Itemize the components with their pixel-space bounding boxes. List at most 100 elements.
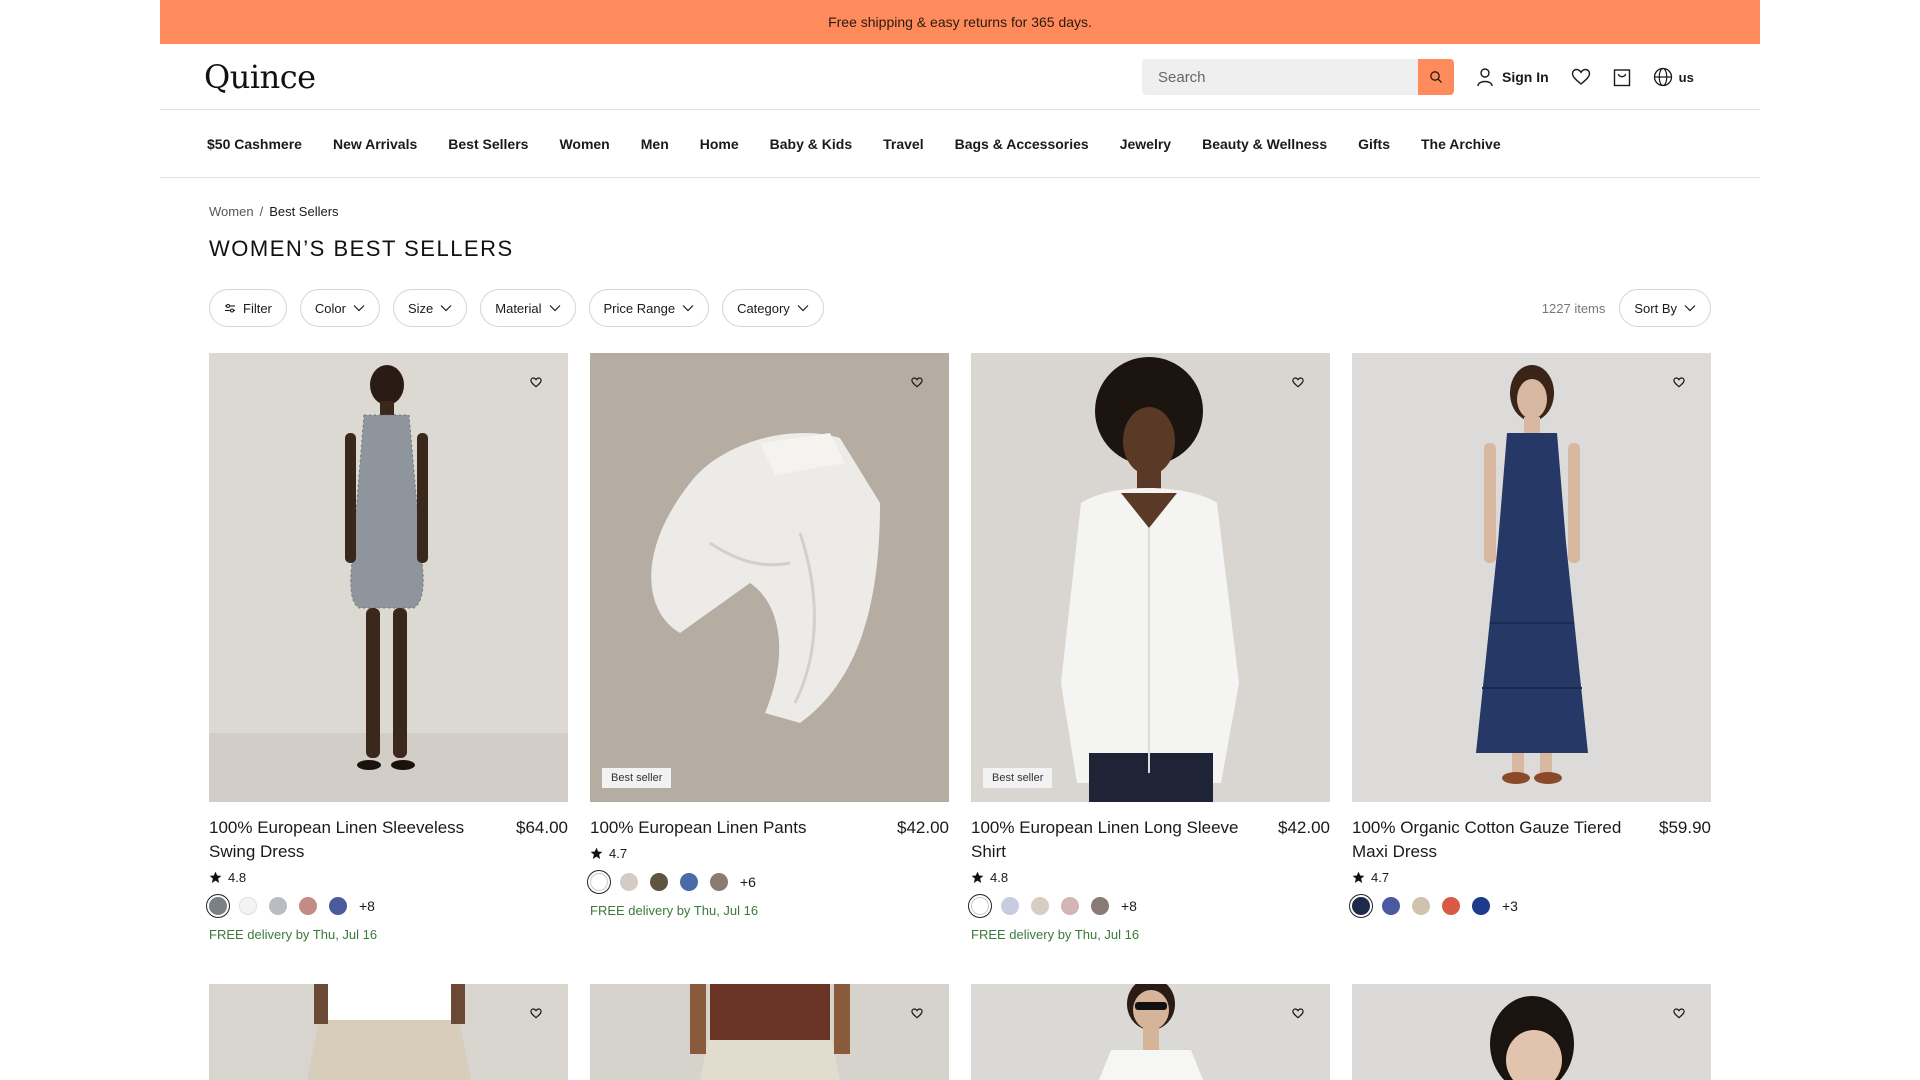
chevron-down-icon xyxy=(549,305,560,312)
wishlist-button[interactable] xyxy=(1571,68,1591,86)
nav-item-gifts[interactable]: Gifts xyxy=(1358,136,1390,152)
product-name[interactable]: 100% European Linen Sleeveless Swing Dre… xyxy=(209,816,479,864)
sort-label: Sort By xyxy=(1634,300,1677,316)
filter-button[interactable]: Filter xyxy=(209,289,287,327)
product-card[interactable]: 100% European Linen Sleeveless Swing Dre… xyxy=(209,353,568,984)
product-name[interactable]: 100% European Linen Long Sleeve Shirt xyxy=(971,816,1241,864)
color-swatch[interactable] xyxy=(590,873,608,891)
favorite-button[interactable] xyxy=(530,1006,542,1024)
nav-item-archive[interactable]: The Archive xyxy=(1421,136,1501,152)
search-icon xyxy=(1430,71,1442,83)
favorite-button[interactable] xyxy=(911,1006,923,1024)
nav-item-men[interactable]: Men xyxy=(641,136,669,152)
product-card[interactable]: Best seller 100% European Linen Pants $4… xyxy=(590,353,949,984)
color-swatch[interactable] xyxy=(1352,897,1370,915)
nav-item-women[interactable]: Women xyxy=(559,136,609,152)
bag-icon xyxy=(1613,68,1630,86)
product-image[interactable]: Best seller xyxy=(971,353,1330,802)
locale-selector[interactable]: us xyxy=(1653,67,1694,87)
cart-button[interactable] xyxy=(1613,68,1631,87)
color-swatch[interactable] xyxy=(710,873,728,891)
heart-icon xyxy=(1292,1008,1304,1019)
more-colors[interactable]: +8 xyxy=(1121,898,1137,914)
nav-item-beauty-wellness[interactable]: Beauty & Wellness xyxy=(1202,136,1327,152)
nav-item-cashmere[interactable]: $50 Cashmere xyxy=(207,136,302,152)
chevron-down-icon xyxy=(1684,305,1696,312)
product-price: $59.90 xyxy=(1659,818,1711,837)
size-filter[interactable]: Size xyxy=(392,289,468,327)
color-swatch[interactable] xyxy=(1001,897,1019,915)
rating-value: 4.8 xyxy=(990,870,1009,885)
favorite-button[interactable] xyxy=(1292,1006,1304,1024)
product-name[interactable]: 100% European Linen Pants xyxy=(590,816,860,840)
product-image[interactable] xyxy=(1352,353,1711,802)
nav-item-baby-kids[interactable]: Baby & Kids xyxy=(770,136,852,152)
color-swatch[interactable] xyxy=(1442,897,1460,915)
product-rating: 4.8 xyxy=(971,870,1330,885)
color-swatch[interactable] xyxy=(1382,897,1400,915)
color-swatch[interactable] xyxy=(1091,897,1109,915)
logo[interactable]: Quince xyxy=(204,58,316,96)
product-image[interactable] xyxy=(590,984,949,1080)
color-swatch[interactable] xyxy=(209,897,227,915)
more-colors[interactable]: +3 xyxy=(1502,898,1518,914)
product-card[interactable]: Best seller 100% European Linen Long Sle… xyxy=(971,353,1330,984)
material-filter[interactable]: Material xyxy=(480,289,576,327)
category-filter[interactable]: Category xyxy=(722,289,824,327)
nav-item-travel[interactable]: Travel xyxy=(883,136,923,152)
favorite-button[interactable] xyxy=(530,375,542,393)
color-swatch[interactable] xyxy=(269,897,287,915)
sign-in-label: Sign In xyxy=(1502,69,1549,85)
product-rating: 4.8 xyxy=(209,870,568,885)
color-swatch[interactable] xyxy=(650,873,668,891)
product-image[interactable] xyxy=(1352,984,1711,1080)
nav-item-bags-accessories[interactable]: Bags & Accessories xyxy=(955,136,1089,152)
color-swatch[interactable] xyxy=(1472,897,1490,915)
color-swatch[interactable] xyxy=(1031,897,1049,915)
page: Free shipping & easy returns for 365 day… xyxy=(160,0,1760,1080)
nav-item-best-sellers[interactable]: Best Sellers xyxy=(448,136,528,152)
product-grid: 100% European Linen Sleeveless Swing Dre… xyxy=(209,353,1711,984)
product-image[interactable] xyxy=(209,984,568,1080)
color-filter[interactable]: Color xyxy=(299,289,380,327)
favorite-button[interactable] xyxy=(1673,1006,1685,1024)
nav-item-jewelry[interactable]: Jewelry xyxy=(1120,136,1171,152)
product-info: 100% European Linen Long Sleeve Shirt $4… xyxy=(971,816,1330,864)
more-colors[interactable]: +6 xyxy=(740,874,756,890)
color-swatch[interactable] xyxy=(971,897,989,915)
color-swatch[interactable] xyxy=(239,897,257,915)
sort-dropdown[interactable]: Sort By xyxy=(1619,289,1711,327)
favorite-button[interactable] xyxy=(911,375,923,393)
breadcrumb-current: Best Sellers xyxy=(269,204,339,219)
promo-banner-text: Free shipping & easy returns for 365 day… xyxy=(828,14,1092,30)
color-swatch[interactable] xyxy=(1412,897,1430,915)
color-swatch[interactable] xyxy=(680,873,698,891)
product-name[interactable]: 100% Organic Cotton Gauze Tiered Maxi Dr… xyxy=(1352,816,1622,864)
color-swatch[interactable] xyxy=(329,897,347,915)
search-button[interactable] xyxy=(1418,59,1454,95)
product-price: $42.00 xyxy=(1278,818,1330,837)
product-image[interactable]: Best seller xyxy=(590,353,949,802)
rating-value: 4.7 xyxy=(1371,870,1390,885)
nav-item-home[interactable]: Home xyxy=(700,136,739,152)
user-icon xyxy=(1477,68,1493,87)
color-swatch[interactable] xyxy=(620,873,638,891)
favorite-button[interactable] xyxy=(1673,375,1685,393)
sign-in-button[interactable]: Sign In xyxy=(1476,67,1549,87)
chevron-down-icon xyxy=(440,305,452,312)
color-swatch[interactable] xyxy=(299,897,317,915)
product-price: $64.00 xyxy=(516,818,568,837)
price-range-filter[interactable]: Price Range xyxy=(588,289,710,327)
color-swatch[interactable] xyxy=(1061,897,1079,915)
color-swatches: +8 xyxy=(971,897,1330,915)
more-colors[interactable]: +8 xyxy=(359,898,375,914)
search-input[interactable]: Search xyxy=(1142,59,1418,95)
product-card[interactable]: 100% Organic Cotton Gauze Tiered Maxi Dr… xyxy=(1352,353,1711,984)
nav-item-new-arrivals[interactable]: New Arrivals xyxy=(333,136,417,152)
breadcrumb-women[interactable]: Women xyxy=(209,204,254,219)
star-icon xyxy=(971,871,984,884)
product-image[interactable] xyxy=(971,984,1330,1080)
product-image[interactable] xyxy=(209,353,568,802)
star-icon xyxy=(209,871,222,884)
favorite-button[interactable] xyxy=(1292,375,1304,393)
